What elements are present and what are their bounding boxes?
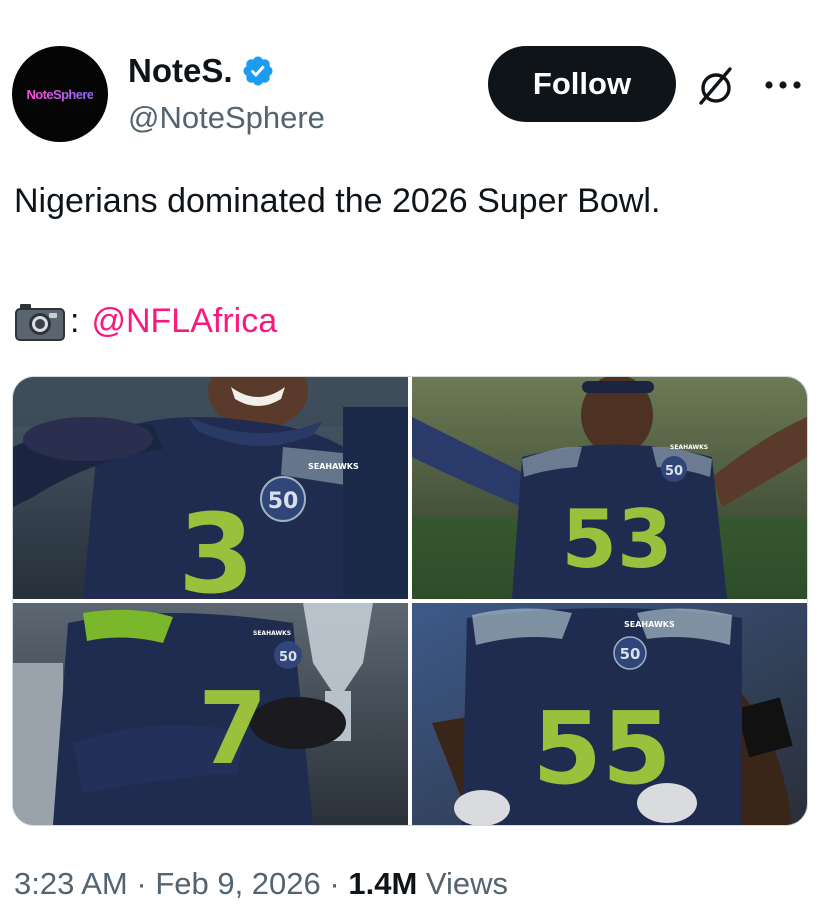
photo-4-jersey-text: SEAHAWKS <box>624 620 675 629</box>
media-photo-1[interactable]: 3 50 SEAHAWKS <box>13 377 408 599</box>
photo-2-jersey-number: 53 <box>561 493 672 586</box>
tweet-header: NoteSphere NoteS. @NoteSphere Follow <box>0 0 833 150</box>
photo-3-badge: 50 <box>279 650 297 665</box>
photo-2-badge: 50 <box>665 464 683 479</box>
credit-colon: : <box>70 301 80 340</box>
tweet-meta: 3:23 AM · Feb 9, 2026 · 1.4M Views <box>14 866 508 902</box>
post-time[interactable]: 3:23 AM <box>14 866 128 901</box>
tweet-text: Nigerians dominated the 2026 Super Bowl. <box>14 182 661 220</box>
author-display-name[interactable]: NoteS. <box>128 52 233 90</box>
post-date[interactable]: Feb 9, 2026 <box>155 866 320 901</box>
media-photo-2[interactable]: 53 50 SEAHAWKS <box>412 377 807 599</box>
avatar-logo-text: NoteSphere <box>26 86 95 102</box>
views-label: Views <box>417 866 509 901</box>
grok-icon[interactable] <box>692 62 740 110</box>
photo-3-jersey-number: 7 <box>198 670 268 787</box>
photo-2-jersey-text: SEAHAWKS <box>670 444 708 451</box>
follow-button[interactable]: Follow <box>488 46 676 122</box>
camera-icon <box>15 304 65 341</box>
photo-1-jersey-text: SEAHAWKS <box>308 462 359 471</box>
verified-badge-icon <box>242 56 273 86</box>
photo-4-badge: 50 <box>620 645 641 663</box>
media-photo-3[interactable]: 7 50 SEAHAWKS <box>13 603 408 825</box>
views-count[interactable]: 1.4M <box>348 866 417 901</box>
author-handle[interactable]: @NoteSphere <box>128 100 325 136</box>
media-grid: 3 50 SEAHAWKS 53 50 SEAHAWKS 7 50 SEAHAW… <box>12 376 808 826</box>
more-icon[interactable] <box>762 70 804 100</box>
photo-3-jersey-text: SEAHAWKS <box>253 630 291 637</box>
photo-1-badge: 50 <box>268 489 299 514</box>
avatar[interactable]: NoteSphere <box>12 46 108 142</box>
photo-credit-line: : @NFLAfrica <box>14 296 277 346</box>
media-photo-4[interactable]: 55 50 SEAHAWKS <box>412 603 807 825</box>
mention-link[interactable]: @NFLAfrica <box>91 302 277 341</box>
meta-separator: · <box>127 866 156 901</box>
author-name-row: NoteS. <box>128 52 275 90</box>
photo-1-jersey-number: 3 <box>178 490 255 599</box>
meta-separator: · <box>320 866 349 901</box>
